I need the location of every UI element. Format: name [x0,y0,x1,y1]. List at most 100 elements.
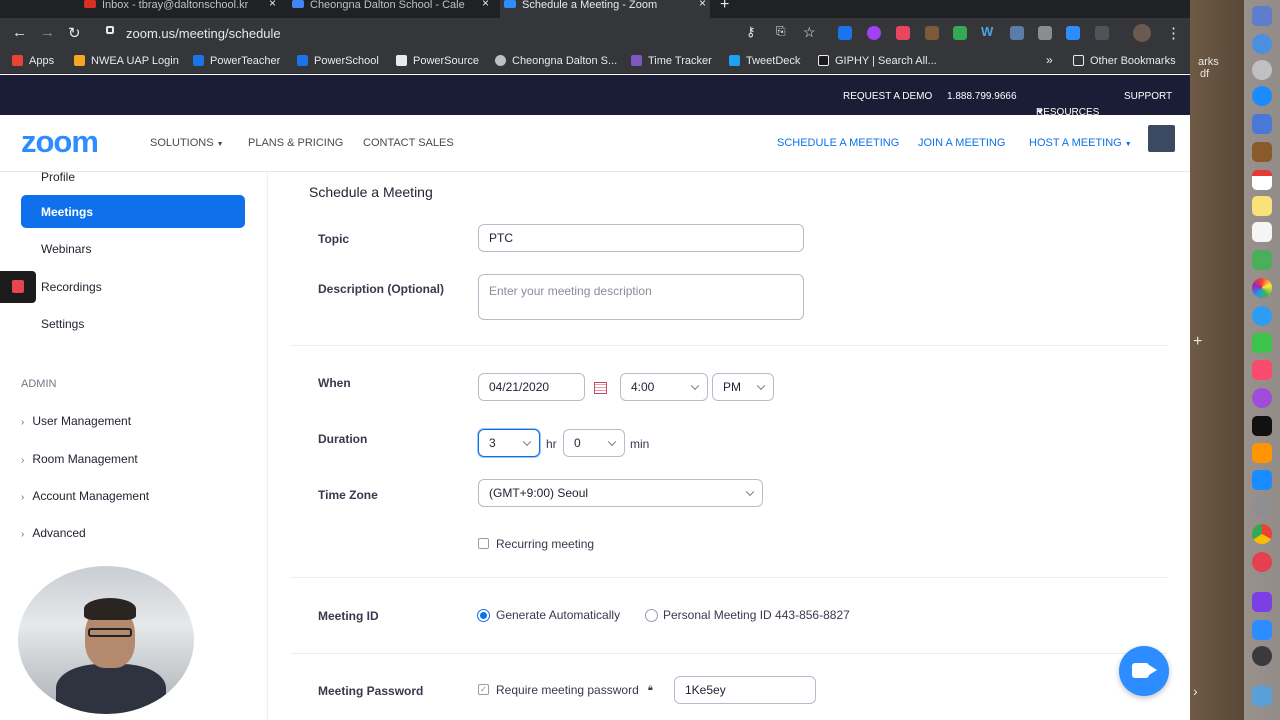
plans-pricing-link[interactable]: PLANS & PRICING [248,137,343,149]
extension-icon[interactable] [896,26,910,40]
translate-icon[interactable]: ⎘ [776,24,786,39]
new-tab-button[interactable]: + [720,0,729,14]
recurring-label[interactable]: Recurring meeting [496,537,594,551]
launchpad-icon[interactable] [1252,60,1272,80]
downloads-folder-icon[interactable] [1252,686,1272,706]
date-input[interactable]: 04/21/2020 [478,373,585,401]
topic-input[interactable]: PTC [478,224,804,252]
description-textarea[interactable]: Enter your meeting description [478,274,804,320]
password-input[interactable]: 1Ke5ey [674,676,816,704]
extension-icon[interactable] [1038,26,1052,40]
address-bar[interactable]: zoom.us/meeting/schedule [98,21,826,47]
bookmarks-overflow[interactable]: » [1046,53,1053,67]
bookmark-apps[interactable]: Apps [12,55,54,67]
phone-link[interactable]: 1.888.799.9666 [947,91,1017,102]
close-icon[interactable]: × [482,0,489,9]
reminders-icon[interactable] [1252,222,1272,242]
timezone-select[interactable]: (GMT+9:00) Seoul [478,479,763,507]
duration-hours-select[interactable]: 3 [478,429,540,457]
close-icon[interactable]: × [699,0,706,9]
extension-icon[interactable] [1010,26,1024,40]
extension-icon[interactable] [1095,26,1109,40]
facetime-icon[interactable] [1252,333,1272,353]
music-icon[interactable] [1252,360,1272,380]
safari-icon[interactable] [1252,86,1272,106]
star-icon[interactable]: ☆ [803,24,816,41]
messages-icon[interactable] [1252,306,1272,326]
forward-icon[interactable]: → [40,24,55,41]
bookmark-time-tracker[interactable]: Time Tracker [631,55,712,67]
key-icon[interactable]: ⚷ [746,24,756,40]
support-link[interactable]: SUPPORT [1124,91,1172,102]
schedule-meeting-link[interactable]: SCHEDULE A MEETING [777,137,899,149]
zoom-video-fab[interactable] [1119,646,1169,696]
record-indicator[interactable] [0,271,36,303]
time-select[interactable]: 4:00 [620,373,708,401]
chevron-right-icon[interactable]: › [1193,683,1198,699]
more-menu-icon[interactable]: ⋮ [1166,24,1181,42]
app-icon[interactable] [1252,552,1272,572]
generate-auto-label[interactable]: Generate Automatically [496,608,620,622]
profile-avatar[interactable] [1133,24,1151,42]
bookmark-powerteacher[interactable]: PowerTeacher [193,55,280,67]
tab-inbox[interactable]: Inbox - tbray@daltonschool.kr × [80,0,280,18]
bookmark-tweetdeck[interactable]: TweetDeck [729,55,800,67]
contacts-icon[interactable] [1252,142,1272,162]
sidebar-item-room-management[interactable]: › Room Management [21,452,138,466]
sidebar-item-user-management[interactable]: › User Management [21,414,131,428]
sidebar-item-webinars[interactable]: Webinars [21,232,245,265]
solutions-menu[interactable]: SOLUTIONS ▼ [150,137,224,149]
system-preferences-icon[interactable] [1252,497,1272,517]
bookmark-nwea[interactable]: NWEA UAP Login [74,55,179,67]
app-icon[interactable] [1252,646,1272,666]
podcasts-icon[interactable] [1252,388,1272,408]
user-avatar[interactable] [1148,125,1175,152]
close-icon[interactable]: × [269,0,276,9]
bookmark-giphy[interactable]: GIPHY | Search All... [818,55,937,67]
request-demo-link[interactable]: REQUEST A DEMO [843,91,932,102]
generate-auto-radio[interactable] [477,609,490,622]
chrome-icon[interactable] [1252,524,1272,544]
app-store-icon[interactable] [1252,470,1272,490]
finder-icon[interactable] [1252,6,1272,26]
join-meeting-link[interactable]: JOIN A MEETING [918,137,1005,149]
mail-icon[interactable] [1252,114,1272,134]
calendar-app-icon[interactable] [1252,170,1272,190]
extension-icon[interactable] [925,26,939,40]
books-icon[interactable] [1252,443,1272,463]
maps-icon[interactable] [1252,250,1272,270]
ampm-select[interactable]: PM [712,373,774,401]
extension-icon[interactable] [1066,26,1080,40]
sidebar-item-advanced[interactable]: › Advanced [21,526,86,540]
calendar-icon[interactable] [594,382,607,394]
extension-icon[interactable] [953,26,967,40]
tab-calendar[interactable]: Cheongna Dalton School - Cale × [288,0,493,18]
sidebar-item-profile[interactable]: Profile [21,160,245,193]
contact-sales-link[interactable]: CONTACT SALES [363,137,454,149]
zoom-app-icon[interactable] [1252,620,1272,640]
tab-zoom-schedule[interactable]: Schedule a Meeting - Zoom × [500,0,710,18]
require-password-checkbox[interactable]: ✓ [478,684,489,695]
host-meeting-menu[interactable]: HOST A MEETING ▼ [1029,137,1132,149]
add-icon[interactable]: + [1193,333,1202,351]
photos-icon[interactable] [1252,278,1272,298]
recurring-checkbox[interactable] [478,538,489,549]
duration-minutes-select[interactable]: 0 [563,429,625,457]
extension-icon[interactable] [867,26,881,40]
personal-id-label[interactable]: Personal Meeting ID 443-856-8827 [663,608,850,622]
sidebar-item-settings[interactable]: Settings [21,307,245,340]
bookmark-powersource[interactable]: PowerSource [396,55,479,67]
notes-icon[interactable] [1252,196,1272,216]
sidebar-item-recordings[interactable]: Recordings [21,270,245,303]
require-password-label[interactable]: Require meeting password [496,683,639,697]
extension-w-icon[interactable]: W [981,24,995,39]
back-icon[interactable]: ← [12,24,27,41]
bookmark-powerschool[interactable]: PowerSchool [297,55,379,67]
extension-icon[interactable] [838,26,852,40]
zoom-logo[interactable]: zoom [21,124,99,160]
imovie-icon[interactable] [1252,592,1272,612]
siri-icon[interactable] [1252,34,1272,54]
bookmark-cheongna[interactable]: Cheongna Dalton S... [495,55,617,67]
appletv-icon[interactable] [1252,416,1272,436]
sidebar-item-account-management[interactable]: › Account Management [21,489,149,503]
